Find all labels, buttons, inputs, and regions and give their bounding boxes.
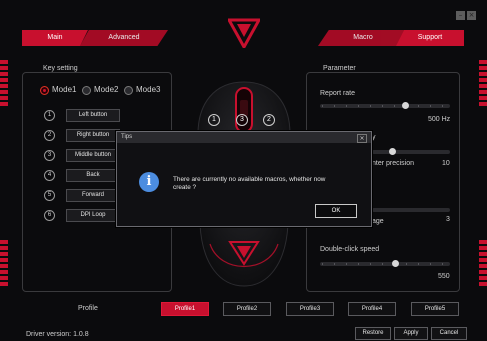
tab-main[interactable]: Main bbox=[22, 30, 88, 46]
dialog-message-line1: There are currently no available macros,… bbox=[173, 176, 326, 183]
pointer-speed-track[interactable] bbox=[372, 150, 450, 154]
driver-version: Driver version: 1.0.8 bbox=[26, 331, 89, 338]
mouse-callout-2: 2 bbox=[263, 114, 275, 126]
tab-support[interactable]: Support bbox=[396, 30, 464, 46]
scroll-label-partial: age bbox=[372, 218, 384, 225]
profile5-button[interactable]: Profile5 bbox=[411, 302, 459, 316]
apply-button[interactable]: Apply bbox=[394, 327, 428, 340]
key-number-6: 6 bbox=[44, 210, 55, 221]
dialog-ok-button[interactable]: OK bbox=[315, 204, 357, 218]
mode2-radio[interactable] bbox=[82, 86, 91, 95]
pointer-precision-value: 10 bbox=[442, 160, 450, 167]
dialog-titlebar bbox=[117, 132, 371, 143]
right-accent-top bbox=[479, 60, 487, 108]
key-assign-left-button[interactable]: Left button bbox=[66, 109, 120, 122]
mouse-callout-1: 1 bbox=[208, 114, 220, 126]
profile1-button[interactable]: Profile1 bbox=[161, 302, 209, 316]
key-number-3: 3 bbox=[44, 150, 55, 161]
key-setting-title: Key setting bbox=[40, 65, 81, 72]
key-assign-forward[interactable]: Forward bbox=[66, 189, 120, 202]
app-window: – × Advanced Main Macro Support Key sett… bbox=[0, 0, 487, 341]
pointer-speed-label-partial: y bbox=[372, 134, 376, 141]
parameter-title: Parameter bbox=[320, 65, 359, 72]
key-number-4: 4 bbox=[44, 170, 55, 181]
mode3-label: Mode3 bbox=[136, 85, 161, 94]
double-click-ticks bbox=[322, 263, 448, 265]
double-click-speed-label: Double-click speed bbox=[320, 246, 380, 253]
key-assign-dpi-loop[interactable]: DPI Loop bbox=[66, 209, 120, 222]
info-icon: i bbox=[139, 172, 159, 192]
key-number-5: 5 bbox=[44, 190, 55, 201]
pointer-precision-label: nter precision bbox=[372, 160, 415, 167]
key-number-2: 2 bbox=[44, 130, 55, 141]
minimize-icon[interactable]: – bbox=[456, 11, 465, 20]
mouse-callout-3: 3 bbox=[236, 114, 248, 126]
cancel-button[interactable]: Cancel bbox=[431, 327, 467, 340]
pointer-speed-thumb[interactable] bbox=[389, 148, 396, 155]
left-accent-bottom bbox=[0, 240, 8, 288]
key-assign-right-button[interactable]: Right button bbox=[66, 129, 120, 142]
report-rate-label: Report rate bbox=[320, 90, 356, 97]
profile2-button[interactable]: Profile2 bbox=[223, 302, 271, 316]
right-accent-bottom bbox=[479, 240, 487, 288]
scroll-value: 3 bbox=[446, 216, 450, 223]
profile-label: Profile bbox=[78, 305, 98, 312]
logo-v-icon bbox=[228, 18, 260, 48]
dialog-title: Tips bbox=[121, 134, 133, 140]
double-click-thumb[interactable] bbox=[392, 260, 399, 267]
scroll-track[interactable] bbox=[372, 208, 450, 212]
key-assign-back[interactable]: Back bbox=[66, 169, 120, 182]
report-rate-ticks bbox=[322, 105, 448, 107]
dialog-message-line2: create ? bbox=[173, 184, 197, 191]
report-rate-value: 500 Hz bbox=[428, 116, 451, 123]
dialog-close-icon[interactable]: × bbox=[357, 134, 367, 143]
double-click-value: 550 bbox=[438, 273, 450, 280]
profile4-button[interactable]: Profile4 bbox=[348, 302, 396, 316]
tips-dialog: Tips × i There are currently no availabl… bbox=[116, 131, 372, 227]
key-number-1: 1 bbox=[44, 110, 55, 121]
profile3-button[interactable]: Profile3 bbox=[286, 302, 334, 316]
restore-button[interactable]: Restore bbox=[355, 327, 391, 340]
mode3-radio[interactable] bbox=[124, 86, 133, 95]
report-rate-thumb[interactable] bbox=[402, 102, 409, 109]
left-accent-top bbox=[0, 60, 8, 108]
mode1-radio[interactable] bbox=[40, 86, 49, 95]
key-assign-middle-button[interactable]: Middle button bbox=[66, 149, 120, 162]
mode2-label: Mode2 bbox=[94, 85, 119, 94]
close-icon[interactable]: × bbox=[467, 11, 476, 20]
mode1-label: Mode1 bbox=[52, 85, 77, 94]
tab-macro[interactable]: Macro bbox=[318, 30, 408, 46]
tab-advanced[interactable]: Advanced bbox=[80, 30, 168, 46]
